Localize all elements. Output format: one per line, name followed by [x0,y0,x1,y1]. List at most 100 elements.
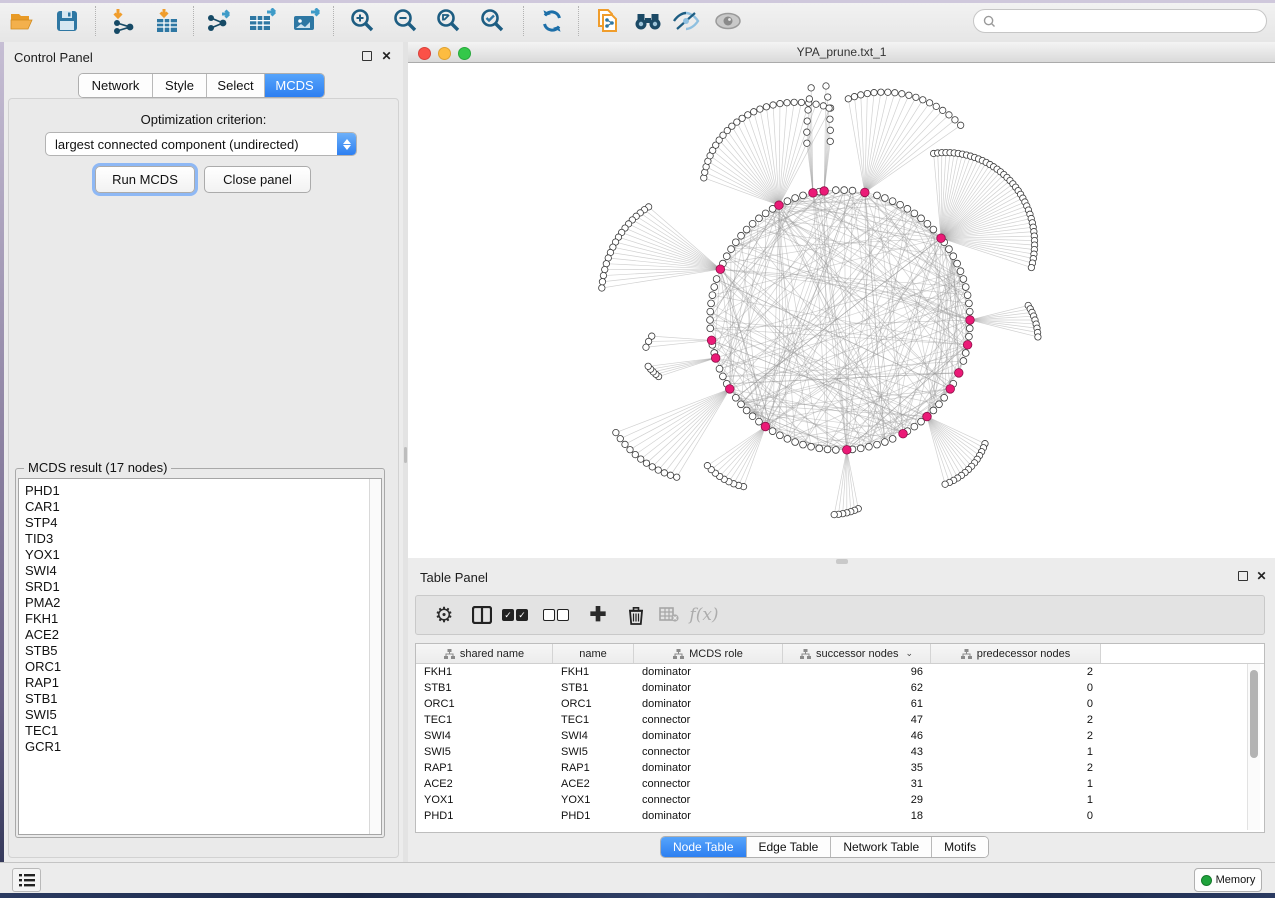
mcds-list-scrollbar[interactable] [369,479,381,834]
table-scrollbar[interactable] [1247,664,1260,830]
zoom-in-icon[interactable] [346,5,380,37]
table-cell: dominator [634,666,783,678]
mcds-result-item[interactable]: ACE2 [19,627,369,643]
search-field[interactable] [973,9,1267,33]
show-hidden-icon[interactable] [669,5,703,37]
table-panel-title: Table Panel [420,570,488,585]
float-panel-icon[interactable] [1236,571,1249,584]
criterion-dropdown[interactable]: largest connected component (undirected) [45,132,357,156]
column-header-mcds-role[interactable]: MCDS role [634,644,783,663]
table-settings-gear-icon[interactable]: ⚙ [428,600,460,630]
attribute-type-icon [800,649,811,659]
run-mcds-button[interactable]: Run MCDS [95,166,195,193]
clone-network-icon[interactable] [590,5,624,37]
column-header-successor-nodes[interactable]: successor nodes ⌄ [783,644,931,663]
column-header-filler [1101,644,1264,663]
tab-node-table[interactable]: Node Table [661,837,747,857]
column-header-predecessor-nodes[interactable]: predecessor nodes [931,644,1101,663]
save-session-icon[interactable] [50,5,84,37]
task-history-button[interactable] [12,868,41,892]
import-network-icon[interactable] [106,5,140,37]
horizontal-splitter[interactable] [408,558,1275,565]
tab-motifs[interactable]: Motifs [932,837,988,857]
mcds-result-item[interactable]: PMA2 [19,595,369,611]
tab-network-table[interactable]: Network Table [831,837,932,857]
table-row[interactable]: SWI5SWI5connector431 [416,744,1264,760]
delete-icon[interactable] [620,600,652,630]
mcds-result-item[interactable]: ORC1 [19,659,369,675]
tab-mcds[interactable]: MCDS [265,74,324,97]
splitter-handle[interactable] [836,559,848,564]
add-icon[interactable]: ✚ [582,600,614,630]
eye-icon[interactable] [711,5,745,37]
table-row[interactable]: PHD1PHD1dominator180 [416,808,1264,824]
zoom-selected-icon[interactable] [476,5,510,37]
table-cell: 1 [931,794,1101,806]
scrollbar-thumb[interactable] [1250,670,1258,758]
tab-select[interactable]: Select [207,74,265,97]
mcds-result-item[interactable]: YOX1 [19,547,369,563]
splitter-handle[interactable] [404,447,407,463]
mcds-result-item[interactable]: TID3 [19,531,369,547]
memory-button[interactable]: Memory [1194,868,1262,892]
mcds-result-item[interactable]: STB5 [19,643,369,659]
column-header-shared-name[interactable]: shared name [416,644,553,663]
mcds-result-item[interactable]: RAP1 [19,675,369,691]
zoom-out-icon[interactable] [389,5,423,37]
table-panel: Table Panel ✕ ⚙ ✓✓ ✓✓ ✚ f(x) shared na [408,565,1275,862]
mcds-result-item[interactable]: PHD1 [19,483,369,499]
mcds-result-listwrap: PHD1CAR1STP4TID3YOX1SWI4SRD1PMA2FKH1ACE2… [18,478,382,835]
mcds-result-item[interactable]: SWI4 [19,563,369,579]
table-row[interactable]: TEC1TEC1connector472 [416,712,1264,728]
control-panel: Control Panel ✕ Network Style Select MCD… [4,42,403,862]
mcds-result-item[interactable]: STB1 [19,691,369,707]
network-window-titlebar[interactable]: YPA_prune.txt_1 [408,42,1275,63]
table-cell: TEC1 [553,714,634,726]
table-cell: 46 [783,730,931,742]
network-canvas[interactable] [408,63,1275,558]
import-table-icon[interactable] [150,5,184,37]
float-panel-icon[interactable] [360,51,373,64]
mcds-result-item[interactable]: STP4 [19,515,369,531]
refresh-icon[interactable] [535,5,569,37]
close-panel-button[interactable]: Close panel [204,166,311,193]
mcds-result-item[interactable]: CAR1 [19,499,369,515]
show-columns-icon[interactable] [466,600,498,630]
search-network-icon[interactable] [631,5,665,37]
select-all-columns-icon[interactable]: ✓✓ [499,600,531,630]
table-row[interactable]: STB1STB1dominator620 [416,680,1264,696]
table-row[interactable]: RAP1RAP1dominator352 [416,760,1264,776]
open-file-icon[interactable] [5,5,39,37]
table-row[interactable]: ORC1ORC1dominator610 [416,696,1264,712]
table-cell: STB1 [416,682,553,694]
search-input[interactable] [1001,13,1266,29]
mcds-result-item[interactable]: FKH1 [19,611,369,627]
close-panel-icon[interactable]: ✕ [380,50,393,63]
mcds-result-item[interactable]: TEC1 [19,723,369,739]
zoom-fit-icon[interactable] [432,5,466,37]
export-image-icon[interactable] [290,5,324,37]
mcds-result-item[interactable]: SRD1 [19,579,369,595]
mcds-result-item[interactable]: GCR1 [19,739,369,755]
tab-edge-table[interactable]: Edge Table [747,837,832,857]
table-row[interactable]: SWI4SWI4dominator462 [416,728,1264,744]
table-cell: ORC1 [416,698,553,710]
mcds-result-item[interactable]: SWI5 [19,707,369,723]
export-table-icon[interactable] [246,5,280,37]
deselect-all-columns-icon[interactable]: ✓✓ [540,600,572,630]
table-row[interactable]: FKH1FKH1dominator962 [416,664,1264,680]
toolbar-separator [193,6,194,36]
table-row[interactable]: YOX1YOX1connector291 [416,792,1264,808]
table-cell: ACE2 [416,778,553,790]
close-panel-icon[interactable]: ✕ [1255,570,1268,583]
export-network-icon[interactable] [202,5,236,37]
mcds-result-list[interactable]: PHD1CAR1STP4TID3YOX1SWI4SRD1PMA2FKH1ACE2… [19,479,369,838]
column-label: successor nodes [816,648,899,660]
tab-network[interactable]: Network [79,74,153,97]
column-header-name[interactable]: name [553,644,634,663]
table-row[interactable]: ACE2ACE2connector311 [416,776,1264,792]
control-panel-tabbar: Network Style Select MCDS [78,73,325,98]
table-cell: 0 [931,682,1101,694]
tab-style[interactable]: Style [153,74,207,97]
toolbar-separator [578,6,579,36]
